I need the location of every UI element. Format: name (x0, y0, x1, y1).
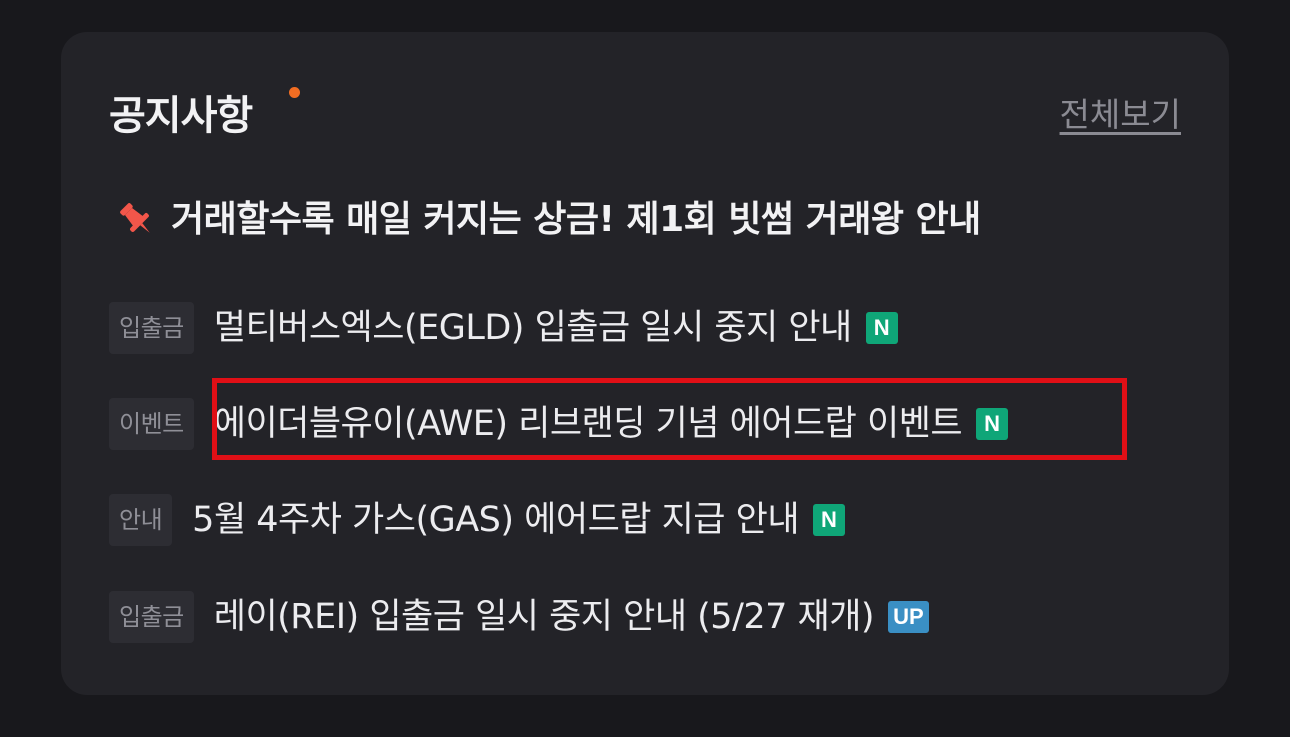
new-badge: N (813, 504, 845, 536)
new-badge: N (976, 408, 1009, 440)
view-all-link[interactable]: 전체보기 (1060, 92, 1181, 138)
notice-item-title: 레이(REI) 입출금 일시 중지 안내 (5/27 재개) (213, 597, 875, 637)
updated-badge: UP (888, 601, 929, 633)
notice-category-tag: 이벤트 (109, 398, 194, 450)
notice-item[interactable]: 입출금 멀티버스엑스(EGLD) 입출금 일시 중지 안내 N (109, 302, 898, 354)
notice-category-tag: 입출금 (109, 302, 194, 354)
notice-item[interactable]: 안내 5월 4주차 가스(GAS) 에어드랍 지급 안내 N (109, 494, 845, 546)
pinned-notice-title: 거래할수록 매일 커지는 상금! 제1회 빗썸 거래왕 안내 (171, 199, 981, 240)
notice-item[interactable]: 이벤트 에이더블유이(AWE) 리브랜딩 기념 에어드랍 이벤트 N (109, 398, 1009, 450)
new-badge: N (865, 312, 898, 344)
notice-item-title: 멀티버스엑스(EGLD) 입출금 일시 중지 안내 (213, 308, 853, 348)
notice-item-title: 에이더블유이(AWE) 리브랜딩 기념 에어드랍 이벤트 (213, 404, 963, 444)
notice-category-tag: 안내 (109, 494, 173, 546)
notice-card: 공지사항 전체보기 거래할수록 매일 커지는 상금! 제1회 빗썸 거래왕 안내… (61, 32, 1229, 695)
notice-category-tag: 입출금 (109, 591, 194, 643)
notice-item-title: 5월 4주차 가스(GAS) 에어드랍 지급 안내 (192, 500, 800, 540)
new-indicator-dot (289, 87, 300, 98)
pinned-notice[interactable]: 거래할수록 매일 커지는 상금! 제1회 빗썸 거래왕 안내 (115, 192, 981, 248)
pushpin-icon (115, 198, 159, 242)
notice-title: 공지사항 (109, 93, 253, 139)
notice-item[interactable]: 입출금 레이(REI) 입출금 일시 중지 안내 (5/27 재개) UP (109, 591, 929, 643)
